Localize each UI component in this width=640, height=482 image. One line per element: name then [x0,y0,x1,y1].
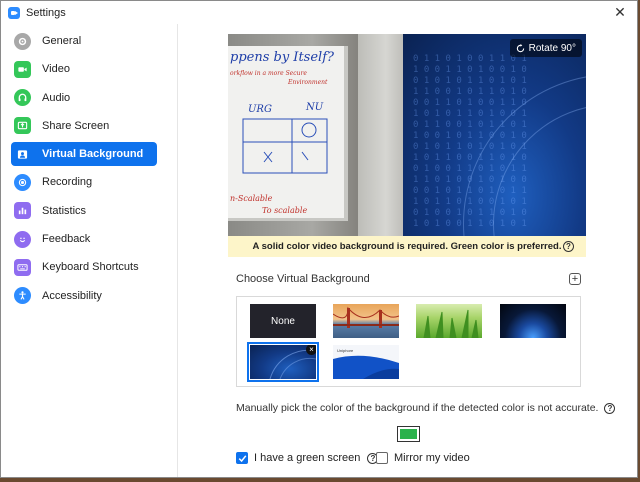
sidebar-item-label: General [42,35,82,47]
statistics-icon [14,202,31,220]
close-button[interactable]: ✕ [603,1,637,24]
background-thumb-grass[interactable] [416,304,482,338]
manual-text: Manually pick the color of the backgroun… [236,402,599,414]
background-gallery: None × Uniphore [236,296,581,387]
green-screen-checkbox-row[interactable]: I have a green screen ? [236,452,379,464]
sidebar-item-general[interactable]: General [11,29,157,53]
background-color-picker[interactable] [397,426,420,442]
add-background-button[interactable]: + [569,273,581,285]
sidebar-item-label: Video [42,63,70,76]
sidebar-item-audio[interactable]: Audio [11,86,157,110]
background-thumb-none[interactable]: None [250,304,316,338]
wave-brand-text: Uniphore [337,348,354,353]
whiteboard-text: Environment [288,79,328,86]
virtual-background-panel: ppens by Itself? orkflow in a more Secur… [179,24,637,477]
whiteboard-text: ppens by Itself? [230,50,334,65]
sidebar-item-label: Audio [42,91,71,104]
sidebar-item-statistics[interactable]: Statistics [11,199,157,223]
sidebar-item-recording[interactable]: Recording [11,170,157,194]
video-camera-icon [14,60,31,78]
remove-background-button[interactable]: × [306,345,316,355]
whiteboard-matrix-drawing [242,118,328,174]
portrait-icon [14,145,31,163]
whiteboard: ppens by Itself? orkflow in a more Secur… [228,46,348,221]
settings-sidebar: General Video Audio Share Screen Virtual… [1,24,178,477]
mirror-video-label: Mirror my video [394,452,470,464]
whiteboard-text: n-Scalable [230,194,273,203]
warning-text: A solid color video background is requir… [252,241,562,252]
whiteboard-text: URG [248,104,272,115]
mirror-video-checkbox-row[interactable]: Mirror my video [376,452,470,464]
sidebar-item-label: Accessibility [42,289,102,302]
virtual-background-overlay: 0 1 1 0 1 0 0 1 1 0 1 1 0 0 1 1 0 1 0 0 … [403,34,586,236]
gear-icon [14,32,31,50]
record-icon [14,173,31,191]
sidebar-item-keyboard-shortcuts[interactable]: Keyboard Shortcuts [11,255,157,279]
green-screen-warning: A solid color video background is requir… [228,236,586,257]
bridge-illustration [333,306,399,328]
green-screen-label: I have a green screen [254,452,361,464]
background-thumb-earth[interactable] [500,304,566,338]
rotate-icon [516,43,524,52]
settings-window: Settings ✕ General Video Audio Share Scr… [0,0,638,478]
sidebar-item-label: Keyboard Shortcuts [42,261,139,274]
desktop-background [0,478,640,482]
sidebar-item-accessibility[interactable]: Accessibility [11,284,157,308]
keyboard-icon [14,258,31,276]
background-thumb-uniphore[interactable]: Uniphore [333,345,399,379]
headphones-icon [14,89,31,107]
sidebar-item-label: Share Screen [42,119,110,132]
none-label: None [271,315,295,327]
sidebar-item-feedback[interactable]: Feedback [11,227,157,251]
sidebar-item-label: Statistics [42,204,87,217]
whiteboard-text: NU [306,102,324,113]
sidebar-item-label: Feedback [42,233,91,246]
whiteboard-text: orkflow in a more Secure [230,70,307,77]
picked-color-fill [400,429,417,439]
sidebar-item-label: Recording [42,176,93,189]
rotate-label: Rotate 90° [528,42,576,54]
background-thumb-binary-selected[interactable]: × [247,342,319,382]
sidebar-item-virtual-background[interactable]: Virtual Background [11,142,157,167]
share-screen-icon [14,117,31,135]
background-thumb-golden-gate[interactable] [333,304,399,338]
sidebar-item-label: Virtual Background [42,148,144,161]
grass-illustration [423,309,479,338]
sidebar-item-share-screen[interactable]: Share Screen [11,114,157,138]
zoom-app-icon [8,6,20,19]
help-icon[interactable]: ? [563,241,574,252]
video-preview: ppens by Itself? orkflow in a more Secur… [228,34,586,236]
mirror-video-checkbox[interactable] [376,452,388,464]
choose-background-label: Choose Virtual Background [236,273,370,285]
green-screen-checkbox[interactable] [236,452,248,464]
manual-color-instruction: Manually pick the color of the backgroun… [236,402,616,414]
checkmark-icon [238,454,246,462]
accessibility-icon [14,287,31,305]
rotate-90-button[interactable]: Rotate 90° [509,39,582,57]
help-icon[interactable]: ? [604,402,616,414]
window-title: Settings [26,6,66,19]
whiteboard-text: To scalable [262,206,308,215]
sidebar-item-video[interactable]: Video [11,57,157,81]
title-bar: Settings ✕ [1,1,637,24]
smiley-icon [14,230,31,248]
